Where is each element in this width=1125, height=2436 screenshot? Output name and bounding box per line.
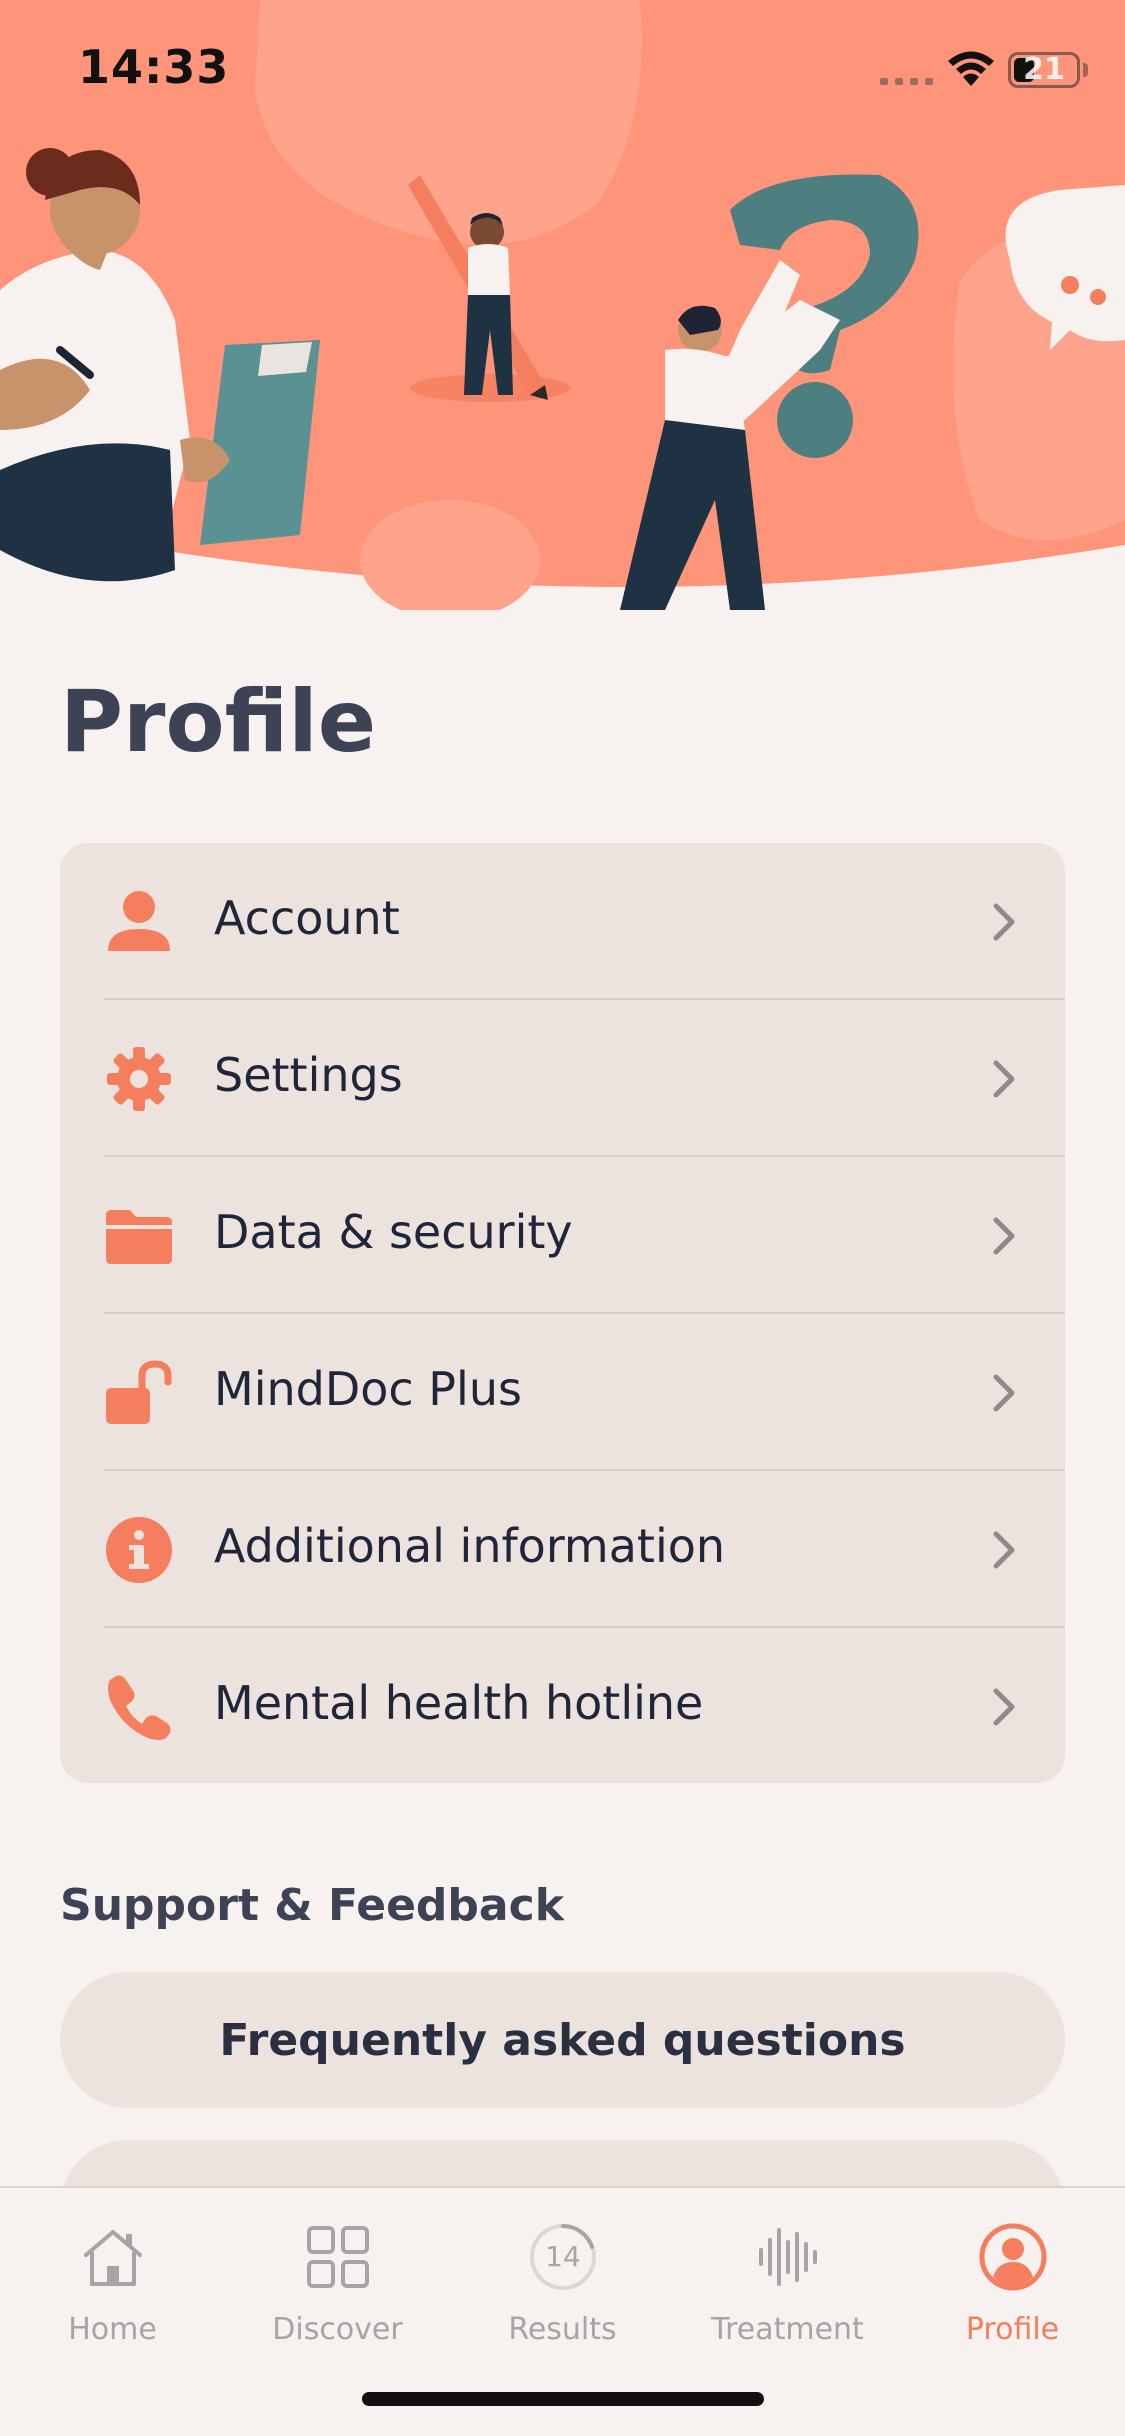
menu-item-account[interactable]: Account <box>60 843 1065 1000</box>
menu-item-settings[interactable]: Settings <box>60 1000 1065 1157</box>
faq-button-label: Frequently asked questions <box>219 2014 906 2066</box>
unlocked-padlock-icon <box>106 1360 172 1424</box>
profile-icon <box>979 2223 1047 2291</box>
tab-label: Treatment <box>711 2312 864 2347</box>
chevron-right-icon <box>993 1688 1015 1726</box>
gear-icon <box>107 1047 171 1111</box>
tab-label: Discover <box>272 2312 403 2347</box>
results-ring-icon: 14 <box>528 2222 598 2292</box>
tab-treatment[interactable]: Treatment <box>675 2208 900 2358</box>
menu-item-label: Additional information <box>214 1519 726 1573</box>
tab-discover[interactable]: Discover <box>225 2208 450 2358</box>
tab-profile[interactable]: Profile <box>900 2208 1125 2358</box>
menu-item-label: Data & security <box>214 1205 573 1259</box>
menu-item-additional-information[interactable]: Additional information <box>60 1471 1065 1628</box>
info-icon <box>106 1517 172 1583</box>
battery-icon: 21 <box>1008 52 1080 88</box>
folder-icon <box>106 1210 172 1264</box>
status-bar: 14:33 21 <box>0 0 1125 140</box>
home-icon <box>84 2230 142 2286</box>
menu-item-mental-health-hotline[interactable]: Mental health hotline <box>60 1628 1065 1783</box>
faq-button[interactable]: Frequently asked questions <box>60 1972 1065 2108</box>
person-icon <box>108 891 170 951</box>
chevron-right-icon <box>993 1374 1015 1412</box>
tab-home[interactable]: Home <box>0 2208 225 2358</box>
home-indicator <box>362 2392 764 2406</box>
chevron-right-icon <box>993 903 1015 941</box>
chevron-right-icon <box>993 1217 1015 1255</box>
profile-menu-card: Account Settings Data & security MindDoc… <box>60 843 1065 1783</box>
grid-icon <box>307 2226 369 2288</box>
menu-item-label: Account <box>214 891 400 945</box>
soundwave-icon <box>759 2228 817 2286</box>
menu-item-minddoc-plus[interactable]: MindDoc Plus <box>60 1314 1065 1471</box>
page-title: Profile <box>60 672 377 772</box>
chevron-right-icon <box>993 1060 1015 1098</box>
menu-item-label: Settings <box>214 1048 403 1102</box>
tab-results[interactable]: 14 Results <box>450 2208 675 2358</box>
battery-tip <box>1083 63 1088 77</box>
chevron-right-icon <box>993 1531 1015 1569</box>
results-count: 14 <box>545 2240 581 2273</box>
phone-icon <box>108 1675 171 1740</box>
menu-item-label: MindDoc Plus <box>214 1362 522 1416</box>
battery-level: 21 <box>1023 52 1065 87</box>
menu-item-data-security[interactable]: Data & security <box>60 1157 1065 1314</box>
support-feedback-heading: Support & Feedback <box>60 1880 564 1931</box>
tab-label: Profile <box>965 2312 1060 2347</box>
tab-label: Results <box>508 2312 617 2347</box>
cellular-signal-icon <box>880 78 933 85</box>
tab-label: Home <box>68 2312 157 2347</box>
menu-item-label: Mental health hotline <box>214 1676 704 1730</box>
status-time: 14:33 <box>78 40 230 94</box>
wifi-icon <box>948 51 994 86</box>
